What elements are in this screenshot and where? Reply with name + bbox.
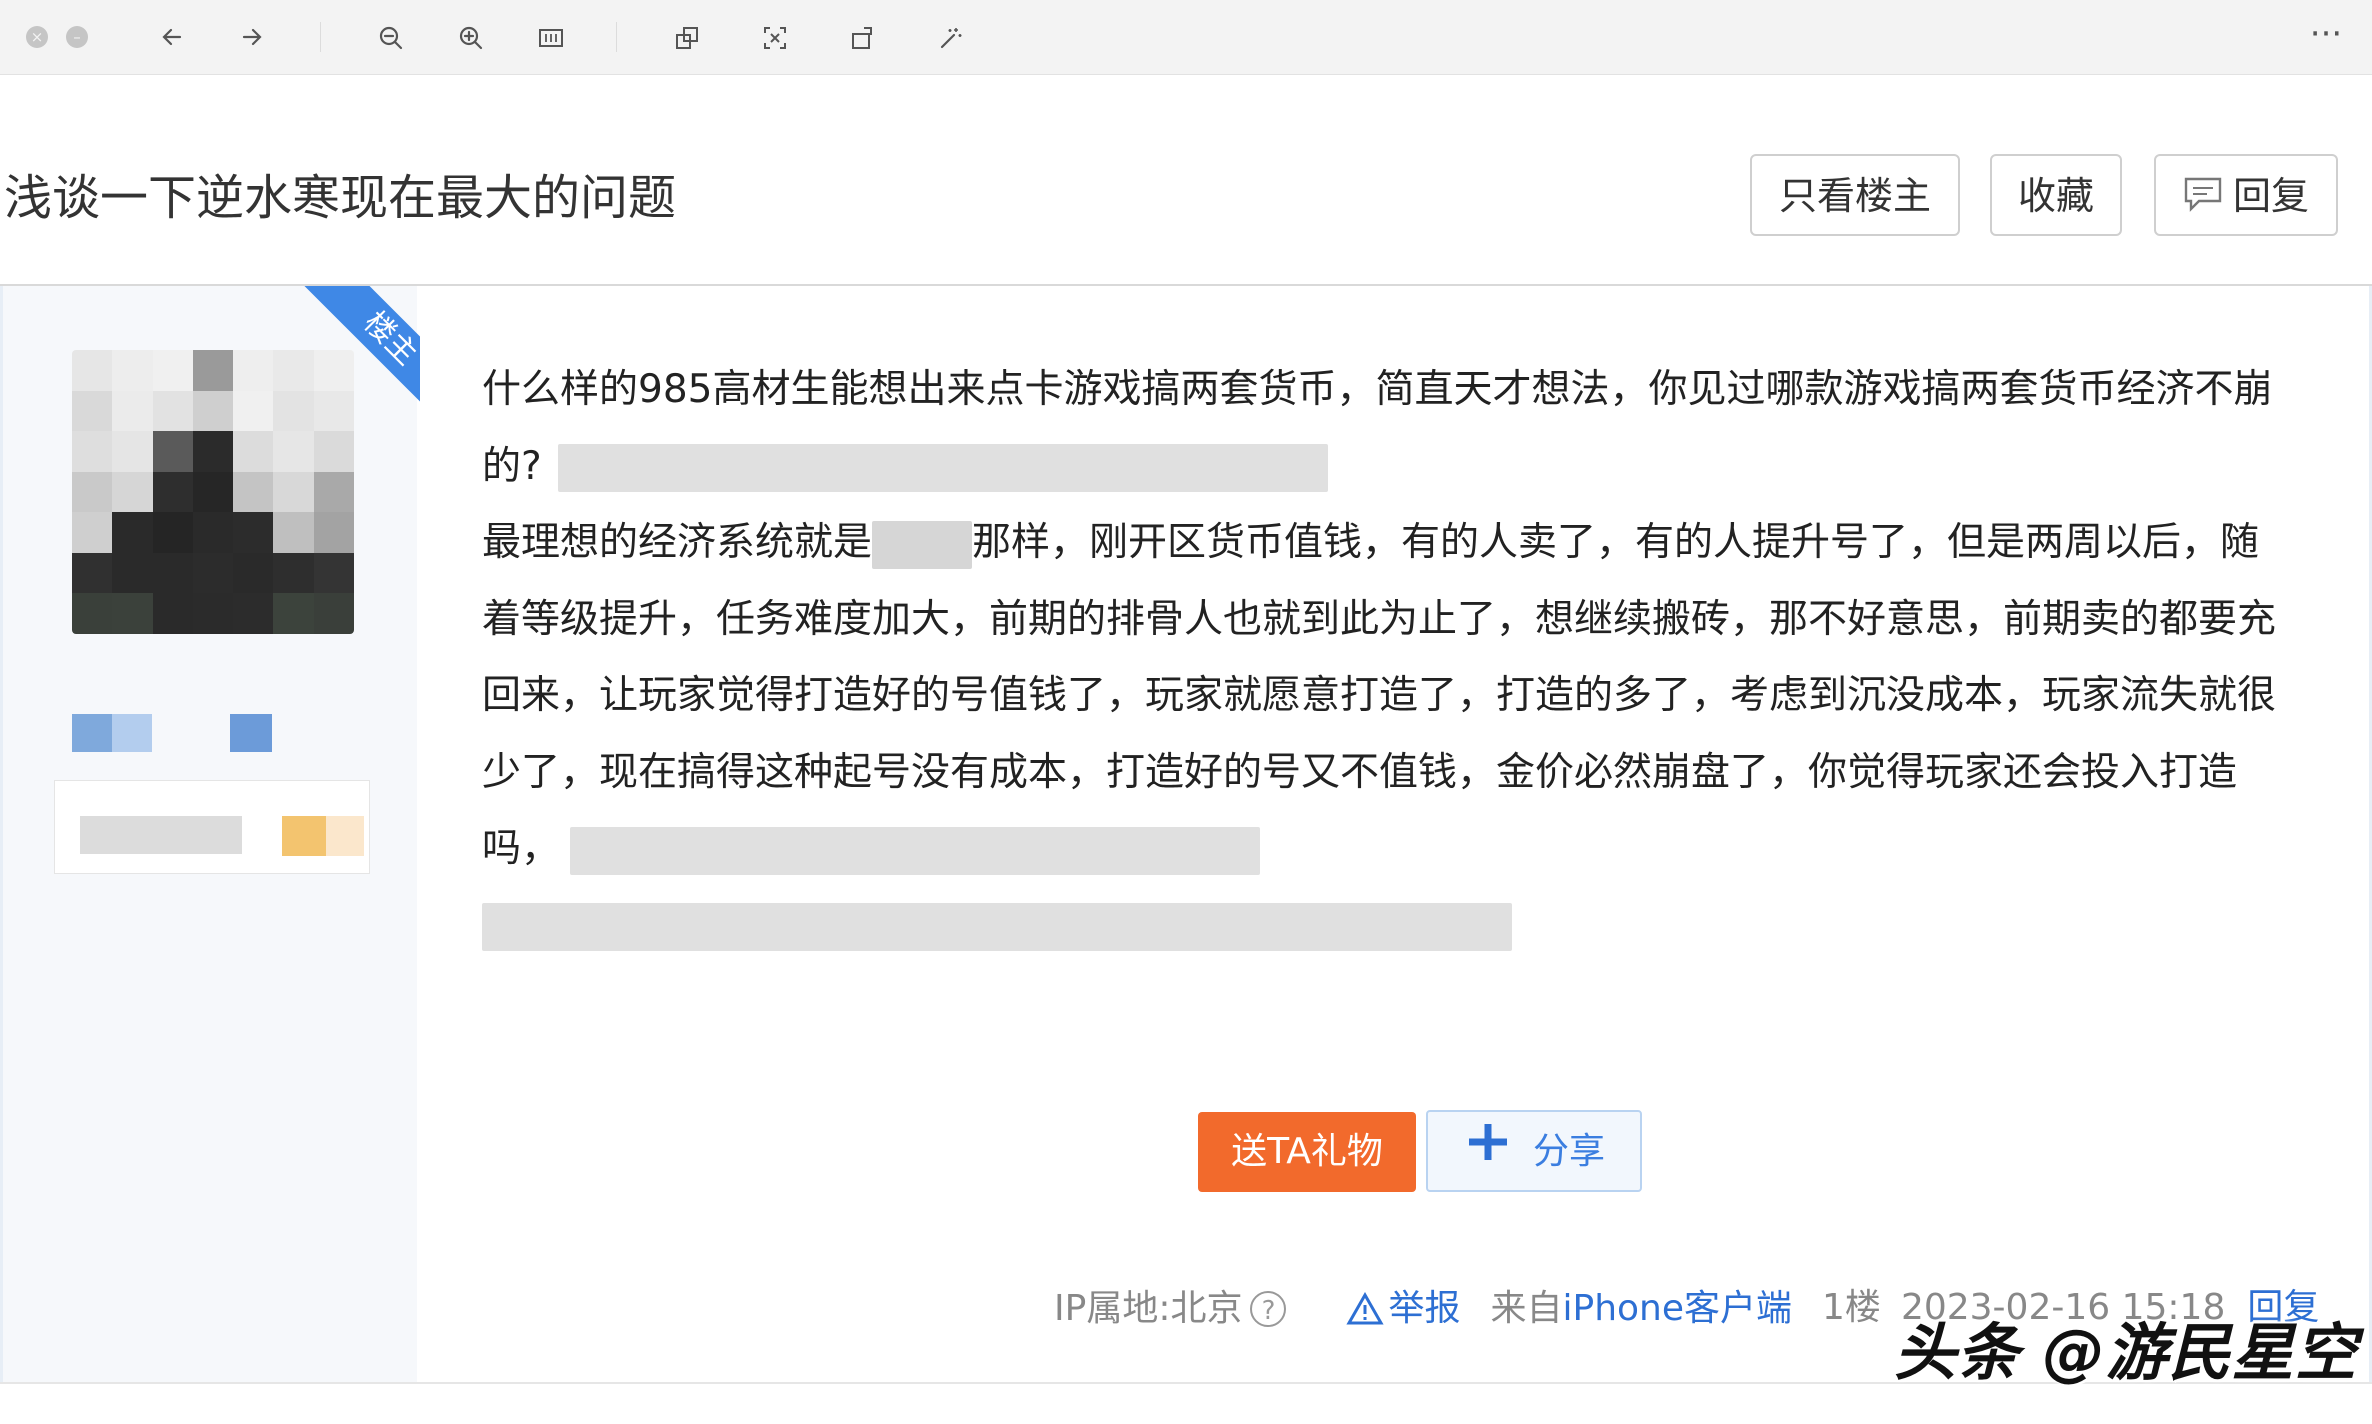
client-source: 来自iPhone客户端 — [1490, 1283, 1792, 1334]
post-text-2b: 那样，刚开区货币值钱，有的人卖了，有的人提升号了，但是两周以后，随着等级提升，任… — [482, 520, 2277, 871]
post-text-2a: 最理想的经济系统就是 — [482, 520, 873, 565]
more-options-icon[interactable]: ··· — [2306, 14, 2346, 54]
redacted-text — [557, 444, 1328, 492]
floor-number: 1楼 — [1822, 1287, 1881, 1328]
redacted-text — [482, 903, 1512, 951]
level-blur — [80, 816, 242, 854]
forward-arrow-icon[interactable] — [232, 17, 272, 57]
close-icon[interactable]: × — [26, 26, 48, 48]
send-gift-button[interactable]: 送TA礼物 — [1198, 1112, 1416, 1192]
select-region-icon[interactable] — [754, 17, 794, 57]
ip-location: IP属地:北京? — [1054, 1283, 1316, 1334]
username-blur — [72, 714, 112, 752]
username-blur — [230, 714, 272, 752]
back-arrow-icon[interactable] — [152, 17, 192, 57]
only-op-button[interactable]: 只看楼主 — [1750, 154, 1960, 236]
crop-icon[interactable] — [666, 17, 706, 57]
zoom-in-icon[interactable] — [450, 17, 490, 57]
favorite-button[interactable]: 收藏 — [1990, 154, 2122, 236]
fit-screen-icon[interactable] — [530, 17, 570, 57]
reply-button-label: 回复 — [2232, 174, 2309, 218]
zoom-out-icon[interactable] — [370, 17, 410, 57]
avatar[interactable] — [72, 350, 354, 634]
post-paragraph: 最理想的经济系统就是 那样，刚开区货币值钱，有的人卖了，有的人提升号了，但是两周以… — [482, 505, 2282, 964]
thread-title: 浅谈一下逆水寒现在最大的问题 — [4, 170, 677, 226]
toolbar-divider — [320, 22, 321, 52]
post-content: 什么样的985高材生能想出来点卡游戏搞两套货币，简直天才想法，你见过哪款游戏搞两… — [482, 352, 2282, 964]
redacted-text — [872, 520, 973, 569]
share-button-label: 分享 — [1532, 1131, 1605, 1172]
post-paragraph: 什么样的985高材生能想出来点卡游戏搞两套货币，简直天才想法，你见过哪款游戏搞两… — [482, 352, 2282, 505]
username-blur — [112, 714, 152, 752]
warning-icon — [1346, 1291, 1385, 1324]
viewer-toolbar: × – ··· — [0, 0, 2372, 75]
level-badge-blur — [282, 816, 326, 856]
level-badge-blur — [326, 816, 364, 856]
watermark: 头条 @游民星空 — [1894, 1316, 2358, 1389]
share-plus-icon — [1463, 1113, 1513, 1193]
reply-button[interactable]: 回复 — [2154, 154, 2338, 236]
magic-wand-icon[interactable] — [930, 17, 970, 57]
toolbar-divider — [616, 22, 617, 52]
minimize-icon[interactable]: – — [66, 26, 88, 48]
comment-icon — [2183, 159, 2223, 239]
report-link[interactable]: 举报 — [1346, 1283, 1460, 1334]
share-button[interactable]: 分享 — [1426, 1110, 1642, 1192]
help-icon[interactable]: ? — [1250, 1290, 1287, 1327]
client-link[interactable]: iPhone客户端 — [1563, 1284, 1793, 1334]
redacted-text — [570, 826, 1261, 875]
rotate-icon[interactable] — [842, 17, 882, 57]
